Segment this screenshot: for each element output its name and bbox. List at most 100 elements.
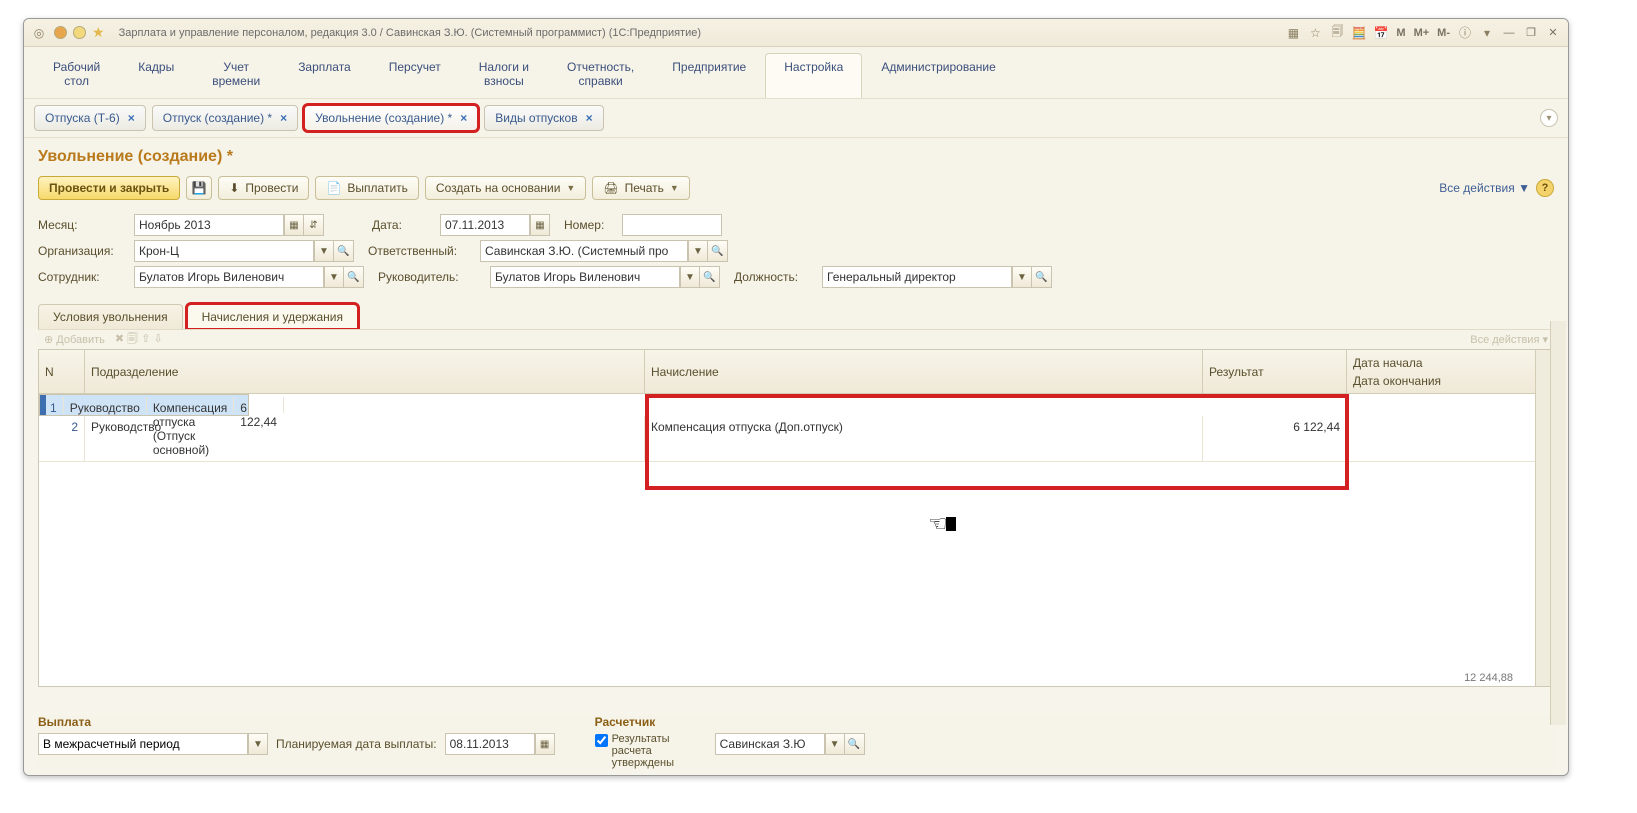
tool-icon-3[interactable]: 🗐 — [1328, 24, 1346, 42]
search-icon[interactable]: 🔍 — [344, 266, 364, 288]
employee-input[interactable] — [134, 266, 324, 288]
main-menu: Рабочий стол Кадры Учет времени Зарплата… — [24, 47, 1568, 98]
menu-persuchet[interactable]: Персучет — [370, 53, 460, 98]
col-dates[interactable]: Дата начала Дата окончания — [1347, 350, 1457, 393]
menu-reports[interactable]: Отчетность, справки — [548, 53, 653, 98]
chevron-down-icon[interactable]: ▼ — [1012, 266, 1032, 288]
chevron-down-icon: ▼ — [670, 183, 679, 193]
tool-icon-calc[interactable]: 🧮 — [1350, 24, 1368, 42]
chevron-down-icon: ▼ — [566, 183, 575, 193]
search-icon[interactable]: 🔍 — [708, 240, 728, 262]
tabs-overflow-icon[interactable]: ▾ — [1540, 109, 1558, 127]
window-maximize[interactable]: ❐ — [1522, 26, 1540, 39]
cursor-pointer-icon: ☜ — [928, 511, 956, 537]
tab-label: Отпуска (Т-6) — [45, 111, 120, 125]
chevron-down-icon[interactable]: ▼ — [248, 733, 268, 755]
inner-all-actions[interactable]: Все действия ▾ — [1470, 333, 1548, 346]
row-selection-marker — [40, 395, 46, 415]
col-department[interactable]: Подразделение — [85, 350, 645, 393]
document-tabs: Отпуска (Т-6) × Отпуск (создание) * × Ув… — [24, 98, 1568, 138]
window-minimize[interactable]: — — [1500, 27, 1518, 39]
chevron-down-icon: ▼ — [1518, 181, 1530, 195]
calculator-name-input[interactable] — [715, 733, 825, 755]
menu-taxes[interactable]: Налоги и взносы — [460, 53, 548, 98]
document-form: Месяц: ▦ ⇵ Дата: ▦ Номер: Организация: ▼… — [24, 208, 1568, 298]
post-button[interactable]: ⬇Провести — [218, 176, 309, 200]
calendar-icon[interactable]: ▦ — [284, 214, 304, 236]
position-label: Должность: — [734, 270, 814, 284]
responsible-label: Ответственный: — [368, 244, 472, 258]
stepper-icon[interactable]: ⇵ — [304, 214, 324, 236]
add-button[interactable]: ⊕ Добавить — [44, 333, 105, 346]
pay-button[interactable]: 📄Выплатить — [315, 176, 418, 200]
menu-admin[interactable]: Администрирование — [862, 53, 1014, 98]
col-accrual[interactable]: Начисление — [645, 350, 1203, 393]
menu-settings[interactable]: Настройка — [765, 53, 862, 98]
menu-time[interactable]: Учет времени — [193, 53, 279, 98]
close-icon[interactable]: × — [460, 111, 467, 125]
mem-mplus[interactable]: M+ — [1412, 27, 1432, 39]
manager-input[interactable] — [490, 266, 680, 288]
calendar-icon[interactable]: ▦ — [530, 214, 550, 236]
print-icon: 🖨 — [603, 181, 618, 195]
chevron-down-icon[interactable]: ▼ — [324, 266, 344, 288]
search-icon[interactable]: 🔍 — [700, 266, 720, 288]
toolbar-more-icon[interactable]: ✖ 🗐 ⇧ ⇩ — [115, 330, 163, 349]
approved-check[interactable] — [595, 734, 608, 747]
tab-vacations-t6[interactable]: Отпуска (Т-6) × — [34, 105, 146, 131]
tool-icon-calendar[interactable]: 📅 — [1372, 24, 1390, 42]
payout-title: Выплата — [38, 715, 555, 729]
menu-hr[interactable]: Кадры — [119, 53, 193, 98]
plan-date-label: Планируемая дата выплаты: — [276, 737, 437, 751]
month-input[interactable] — [134, 214, 284, 236]
search-icon[interactable]: 🔍 — [845, 733, 865, 755]
print-button[interactable]: 🖨Печать▼ — [592, 176, 689, 200]
responsible-input[interactable] — [480, 240, 688, 262]
subtab-conditions[interactable]: Условия увольнения — [38, 304, 183, 329]
info-icon[interactable]: ⓘ — [1456, 24, 1474, 42]
nav-fwd-icon[interactable] — [73, 26, 86, 39]
menu-salary[interactable]: Зарплата — [279, 53, 370, 98]
calendar-icon[interactable]: ▦ — [535, 733, 555, 755]
search-icon[interactable]: 🔍 — [1032, 266, 1052, 288]
post-and-close-button[interactable]: Провести и закрыть — [38, 176, 180, 200]
close-icon[interactable]: × — [280, 111, 287, 125]
tab-dismissal-create[interactable]: Увольнение (создание) * × — [304, 105, 478, 131]
chevron-down-icon[interactable]: ▼ — [680, 266, 700, 288]
tab-vacation-types[interactable]: Виды отпусков × — [484, 105, 603, 131]
menu-desktop[interactable]: Рабочий стол — [34, 53, 119, 98]
position-input[interactable] — [822, 266, 1012, 288]
org-input[interactable] — [134, 240, 314, 262]
chevron-down-icon[interactable]: ▼ — [825, 733, 845, 755]
plan-date-input[interactable] — [445, 733, 535, 755]
chevron-down-icon[interactable]: ▼ — [314, 240, 334, 262]
mem-mminus[interactable]: M- — [1435, 27, 1452, 39]
favorite-icon[interactable]: ★ — [92, 24, 105, 41]
menu-company[interactable]: Предприятие — [653, 53, 765, 98]
tool-icon-1[interactable]: ▦ — [1284, 24, 1302, 42]
page-title: Увольнение (создание) * — [24, 138, 1568, 172]
create-based-button[interactable]: Создать на основании▼ — [425, 176, 586, 200]
all-actions-link[interactable]: Все действия ▼ — [1439, 181, 1530, 195]
approved-checkbox[interactable]: Результаты расчета утверждены — [595, 733, 705, 769]
chevron-down-icon[interactable]: ▼ — [688, 240, 708, 262]
col-n[interactable]: N — [39, 350, 85, 393]
help-icon[interactable]: ? — [1536, 179, 1554, 197]
payout-mode-select[interactable] — [38, 733, 248, 755]
page-scrollbar[interactable] — [1550, 321, 1566, 725]
date-input[interactable] — [440, 214, 530, 236]
number-input[interactable] — [622, 214, 722, 236]
nav-back-icon[interactable] — [54, 26, 67, 39]
col-result[interactable]: Результат — [1203, 350, 1347, 393]
tool-icon-2[interactable]: ☆ — [1306, 24, 1324, 42]
search-icon[interactable]: 🔍 — [334, 240, 354, 262]
close-icon[interactable]: × — [586, 111, 593, 125]
tab-vacation-create[interactable]: Отпуск (создание) * × — [152, 105, 298, 131]
dropdown-icon[interactable]: ▾ — [1478, 24, 1496, 42]
save-button[interactable]: 💾 — [186, 176, 212, 200]
close-icon[interactable]: × — [128, 111, 135, 125]
subtab-accruals[interactable]: Начисления и удержания — [187, 304, 358, 329]
window-close[interactable]: ✕ — [1544, 26, 1562, 39]
mem-m[interactable]: M — [1394, 27, 1407, 39]
table-row[interactable]: 1 Руководство Компенсация отпуска (Отпус… — [39, 394, 249, 416]
